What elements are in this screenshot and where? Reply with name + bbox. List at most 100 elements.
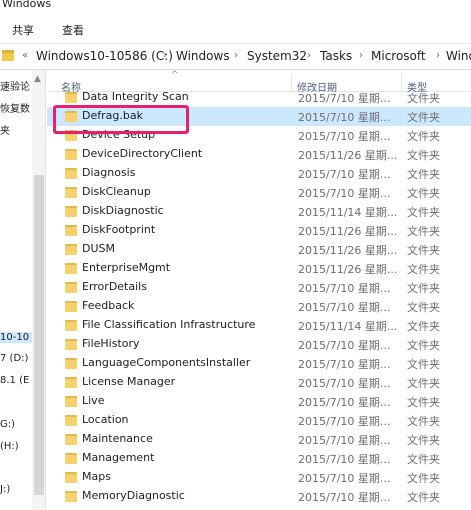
nav-item[interactable]: 夹	[0, 122, 10, 137]
table-row[interactable]: Device Setup 2015/7/10 星期... 文件夹	[47, 126, 471, 145]
modified-date: 2015/11/26 星期...	[298, 149, 398, 162]
file-name: Maps	[82, 470, 111, 483]
nav-scrollbar-thumb[interactable]	[34, 175, 44, 495]
table-row[interactable]: Data Integrity Scan 2015/7/10 星期... 文件夹	[47, 88, 471, 107]
breadcrumb-windows-truncated[interactable]: Windo	[446, 49, 471, 63]
navigation-pane: 速验论 恢复数 夹 10-10 7 (D:) 8.1 (E G:) (H:) J…	[0, 70, 46, 510]
file-type: 文件夹	[407, 301, 440, 314]
back-chevrons[interactable]: «	[22, 50, 28, 61]
file-type: 文件夹	[407, 472, 440, 485]
file-name: Diagnosis	[82, 166, 136, 179]
tab-share[interactable]: 共享	[12, 22, 34, 38]
folder-icon	[65, 453, 77, 464]
modified-date: 2015/7/10 星期...	[298, 282, 391, 295]
nav-item-drive-e[interactable]: 8.1 (E	[0, 375, 29, 386]
folder-icon	[65, 339, 77, 350]
file-name: Location	[82, 413, 129, 426]
folder-icon	[65, 244, 77, 255]
folder-icon	[65, 225, 77, 236]
table-row[interactable]: LanguageComponentsInstaller 2015/7/10 星期.…	[47, 354, 471, 373]
file-type: 文件夹	[407, 130, 440, 143]
table-row[interactable]: ErrorDetails 2015/7/10 星期... 文件夹	[47, 278, 471, 297]
file-type: 文件夹	[407, 168, 440, 181]
table-row[interactable]: Maintenance 2015/7/10 星期... 文件夹	[47, 430, 471, 449]
table-row[interactable]: License Manager 2015/7/10 星期... 文件夹	[47, 373, 471, 392]
folder-icon	[65, 263, 77, 274]
modified-date: 2015/7/10 星期...	[298, 168, 391, 181]
file-name: DUSM	[82, 242, 115, 255]
modified-date: 2015/11/14 星期...	[298, 320, 398, 333]
table-row[interactable]: DiskCleanup 2015/7/10 星期... 文件夹	[47, 183, 471, 202]
table-row[interactable]: Diagnosis 2015/7/10 星期... 文件夹	[47, 164, 471, 183]
file-type: 文件夹	[407, 92, 440, 105]
nav-item-selected-drive[interactable]: 10-10	[0, 332, 32, 343]
file-type: 文件夹	[407, 415, 440, 428]
modified-date: 2015/7/10 星期...	[298, 396, 391, 409]
table-row[interactable]: Management 2015/7/10 星期... 文件夹	[47, 449, 471, 468]
modified-date: 2015/7/10 星期...	[298, 377, 391, 390]
folder-icon	[65, 491, 77, 502]
breadcrumb-microsoft[interactable]: Microsoft	[371, 49, 426, 63]
modified-date: 2015/7/10 星期...	[298, 358, 391, 371]
file-name: Management	[82, 451, 155, 464]
nav-item-drive-g[interactable]: G:)	[0, 419, 15, 430]
sort-ascending-icon: ^	[171, 70, 179, 80]
file-type: 文件夹	[407, 187, 440, 200]
title-bar: Windows	[0, 0, 471, 14]
file-type: 文件夹	[407, 491, 440, 504]
file-name: Data Integrity Scan	[82, 90, 189, 103]
address-bar[interactable]: « Windows10-10586 (C:) › Windows › Syste…	[0, 44, 471, 70]
folder-icon	[65, 358, 77, 369]
table-row[interactable]: Live 2015/7/10 星期... 文件夹	[47, 392, 471, 411]
table-row[interactable]: Location 2015/7/10 星期... 文件夹	[47, 411, 471, 430]
nav-item[interactable]: 速验论	[0, 78, 30, 93]
nav-item-drive-h[interactable]: (H:)	[0, 441, 19, 452]
chevron-right-icon[interactable]: ›	[436, 50, 440, 61]
file-name: License Manager	[82, 375, 176, 388]
table-row[interactable]: Feedback 2015/7/10 星期... 文件夹	[47, 297, 471, 316]
chevron-right-icon[interactable]: ›	[307, 50, 311, 61]
nav-item-drive-j[interactable]: J:)	[0, 484, 10, 495]
table-row[interactable]: EnterpriseMgmt 2015/11/26 星期... 文件夹	[47, 259, 471, 278]
chevron-right-icon[interactable]: ›	[234, 50, 238, 61]
table-row[interactable]: DeviceDirectoryClient 2015/11/26 星期... 文件夹	[47, 145, 471, 164]
breadcrumb-system32[interactable]: System32	[247, 49, 307, 63]
nav-item[interactable]: 恢复数	[0, 100, 30, 115]
ribbon: 共享 查看	[0, 14, 471, 44]
nav-scrollbar[interactable]: ▲	[32, 70, 45, 510]
file-type: 文件夹	[407, 453, 440, 466]
table-row[interactable]: Maps 2015/7/10 星期... 文件夹	[47, 468, 471, 487]
folder-icon	[65, 111, 77, 122]
modified-date: 2015/7/10 星期...	[298, 187, 391, 200]
table-row[interactable]: MemoryDiagnostic 2015/7/10 星期... 文件夹	[47, 487, 471, 506]
chevron-right-icon[interactable]: ›	[163, 50, 167, 61]
file-list: ^ 名称 修改日期 类型 Data Integrity Scan 2015/7/1…	[47, 70, 471, 510]
folder-icon	[65, 149, 77, 160]
modified-date: 2015/7/10 星期...	[298, 472, 391, 485]
tab-view[interactable]: 查看	[62, 22, 84, 38]
table-row[interactable]: DiskFootprint 2015/11/26 星期... 文件夹	[47, 221, 471, 240]
table-row[interactable]: Defrag.bak 2015/7/10 星期... 文件夹	[47, 107, 471, 126]
window-title: Windows	[2, 0, 52, 10]
table-row[interactable]: File Classification Infrastructure 2015/1…	[47, 316, 471, 335]
breadcrumb-drive[interactable]: Windows10-10586 (C:)	[36, 49, 173, 63]
chevron-up-icon[interactable]: ▲	[34, 74, 41, 84]
file-name: DiskCleanup	[82, 185, 151, 198]
file-type: 文件夹	[407, 282, 440, 295]
file-type: 文件夹	[407, 244, 440, 257]
folder-icon	[65, 206, 77, 217]
folder-icon	[65, 282, 77, 293]
chevron-right-icon[interactable]: ›	[359, 50, 363, 61]
table-row[interactable]: DUSM 2015/11/26 星期... 文件夹	[47, 240, 471, 259]
file-type: 文件夹	[407, 339, 440, 352]
table-row[interactable]: FileHistory 2015/7/10 星期... 文件夹	[47, 335, 471, 354]
modified-date: 2015/7/10 星期...	[298, 491, 391, 504]
folder-icon	[65, 472, 77, 483]
nav-item-drive-d[interactable]: 7 (D:)	[0, 353, 28, 364]
breadcrumb-windows[interactable]: Windows	[176, 49, 230, 63]
file-type: 文件夹	[407, 434, 440, 447]
breadcrumb-tasks[interactable]: Tasks	[320, 49, 352, 63]
table-row[interactable]: DiskDiagnostic 2015/11/14 星期... 文件夹	[47, 202, 471, 221]
file-type: 文件夹	[407, 396, 440, 409]
file-name: FileHistory	[82, 337, 140, 350]
